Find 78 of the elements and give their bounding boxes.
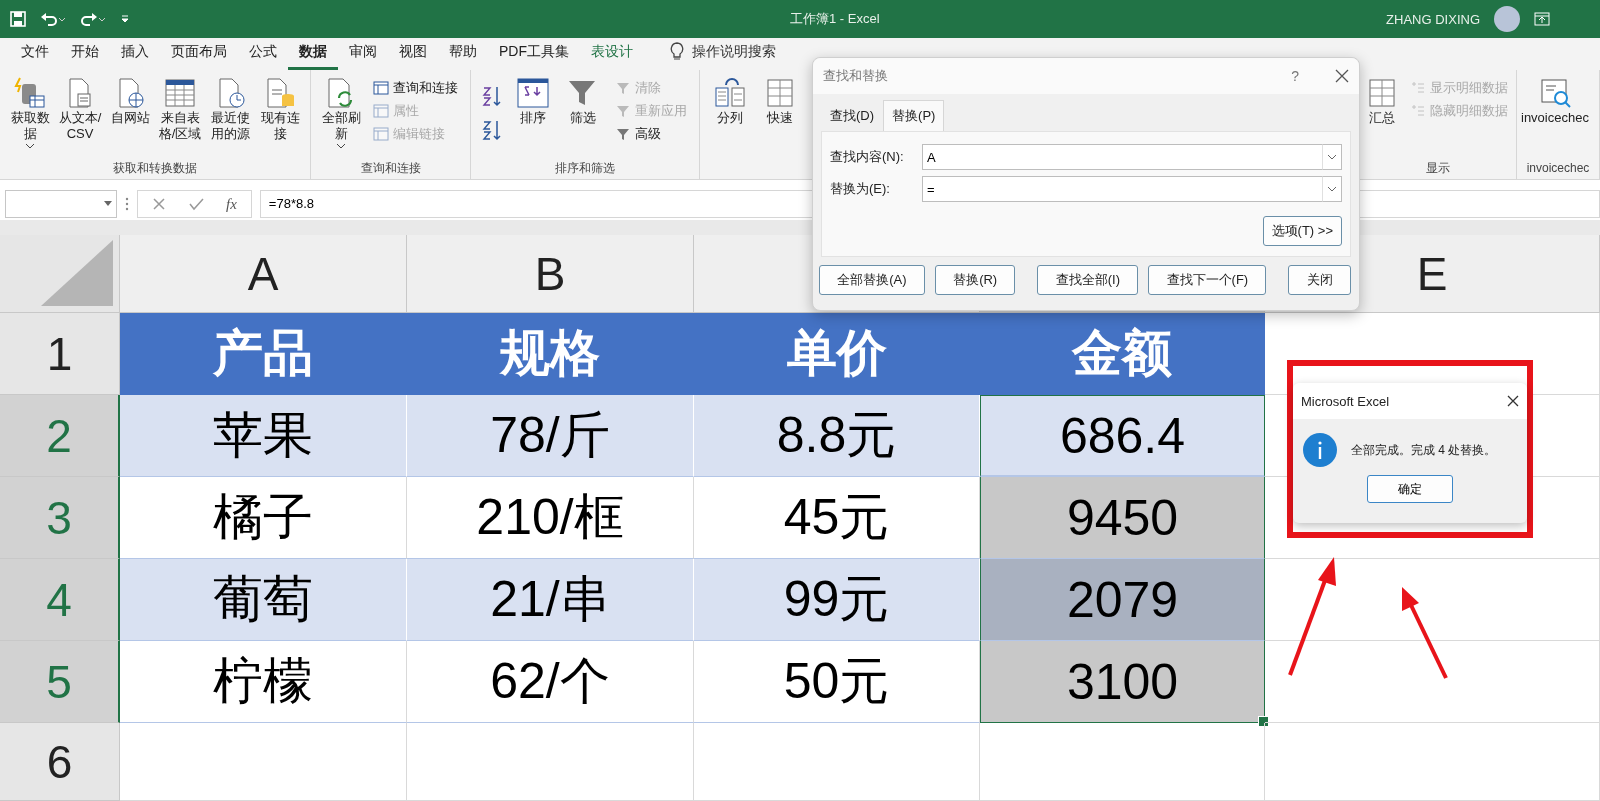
field-label: 替换为(E): xyxy=(830,180,891,198)
ribbon-tab[interactable]: 公式 xyxy=(238,43,288,70)
ribbon-tab[interactable]: 审阅 xyxy=(338,43,388,70)
ribbon-button[interactable]: 汇总 xyxy=(1362,74,1402,128)
column-header[interactable]: B xyxy=(407,235,694,313)
ribbon-button[interactable]: 全部刷新 xyxy=(317,74,365,152)
row-header[interactable]: 6 xyxy=(0,723,120,801)
search-hint[interactable]: 操作说明搜索 xyxy=(692,43,776,61)
ribbon-button[interactable]: 自网站 xyxy=(106,74,154,128)
table-cell: 99元 xyxy=(694,559,980,641)
table-cell: 苹果 xyxy=(120,395,407,477)
table-cell: 柠檬 xyxy=(120,641,407,723)
insert-function-button[interactable]: fx xyxy=(226,195,237,213)
row-header[interactable]: 5 xyxy=(0,641,120,723)
dialog-title: Microsoft Excel xyxy=(1301,393,1390,409)
table-cell: 单价 xyxy=(694,313,980,395)
table-cell: 2079 xyxy=(980,559,1265,641)
ribbon-button[interactable]: 快速 xyxy=(756,74,804,128)
group-label: 排序和筛选 xyxy=(554,160,616,177)
ok-button[interactable]: 确定 xyxy=(1367,475,1453,503)
dialog-button[interactable]: 关闭 xyxy=(1288,265,1351,295)
help-button[interactable]: ? xyxy=(1291,68,1299,84)
ribbon-tab[interactable]: 文件 xyxy=(10,43,60,70)
row-header[interactable]: 4 xyxy=(0,559,120,641)
ribbon-button[interactable]: 最近使用的源 xyxy=(206,74,254,144)
group-label: invoicechec xyxy=(1525,160,1591,177)
ribbon-tab[interactable]: 表设计 xyxy=(580,43,644,70)
row-header[interactable]: 1 xyxy=(0,313,120,395)
options-button[interactable]: 选项(T) >> xyxy=(1262,216,1342,246)
ribbon-button[interactable]: 查询和连接 xyxy=(371,78,460,98)
field-label: 查找内容(N): xyxy=(830,148,905,166)
ribbon-button[interactable]: 从文本/CSV xyxy=(56,74,104,144)
ribbon-button[interactable]: invoicechec xyxy=(1519,74,1591,128)
dialog-button[interactable]: 全部替换(A) xyxy=(819,265,925,295)
ribbon-button[interactable]: 高级 xyxy=(613,124,689,144)
table-cell: 62/个 xyxy=(407,641,694,723)
ribbon-button[interactable]: 现有连接 xyxy=(256,74,304,144)
dialog-title: 查找和替换 xyxy=(823,67,888,85)
table-cell: 21/串 xyxy=(407,559,694,641)
table-cell: 78/斤 xyxy=(407,395,694,477)
dialog-button[interactable]: 替换(R) xyxy=(934,265,1016,295)
ribbon-button[interactable]: 筛选 xyxy=(559,74,607,128)
ribbon-button[interactable]: 来自表格/区域 xyxy=(156,74,204,144)
dialog-tab[interactable]: 替换(P) xyxy=(883,100,945,131)
table-cell: 210/框 xyxy=(407,477,694,559)
table-cell: 橘子 xyxy=(120,477,407,559)
group-label: 显示 xyxy=(1425,160,1451,177)
group-label: 获取和转换数据 xyxy=(112,160,198,177)
ribbon-button[interactable]: 分列 xyxy=(706,74,754,128)
table-cell: 金额 xyxy=(980,313,1265,395)
row-header[interactable]: 2 xyxy=(0,395,120,477)
ribbon-tab[interactable]: 视图 xyxy=(388,43,438,70)
ribbon-tab[interactable]: 插入 xyxy=(110,43,160,70)
table-cell: 规格 xyxy=(407,313,694,395)
table-cell: 9450 xyxy=(980,477,1265,559)
dialog-tab[interactable]: 查找(D) xyxy=(821,100,884,131)
user-name: ZHANG DIXING xyxy=(1386,11,1480,27)
message-text: 全部完成。完成 4 处替换。 xyxy=(1351,441,1497,459)
table-cell: 葡萄 xyxy=(120,559,407,641)
row-header[interactable]: 3 xyxy=(0,477,120,559)
ribbon-tab[interactable]: 开始 xyxy=(60,43,110,70)
table-cell: 45元 xyxy=(694,477,980,559)
group-label: 查询和连接 xyxy=(359,160,422,177)
input-field[interactable]: = xyxy=(922,176,1322,202)
window-title: 工作簿1 - Excel xyxy=(790,10,880,28)
ribbon-tab[interactable]: 帮助 xyxy=(438,43,488,70)
table-cell: 产品 xyxy=(120,313,407,395)
ribbon-button[interactable]: 获取数据 xyxy=(6,74,54,152)
dialog-button[interactable]: 查找全部(I) xyxy=(1037,265,1139,295)
table-cell: 686.4 xyxy=(980,395,1265,477)
dialog-button[interactable]: 查找下一个(F) xyxy=(1148,265,1267,295)
column-header[interactable]: A xyxy=(120,235,407,313)
ribbon-button[interactable]: 排序 xyxy=(509,74,557,128)
ribbon-tab[interactable]: PDF工具集 xyxy=(488,43,580,70)
table-cell: 50元 xyxy=(694,641,980,723)
ribbon-tab[interactable]: 页面布局 xyxy=(160,43,238,70)
input-field[interactable]: A xyxy=(922,144,1322,170)
table-cell: 8.8元 xyxy=(694,395,980,477)
